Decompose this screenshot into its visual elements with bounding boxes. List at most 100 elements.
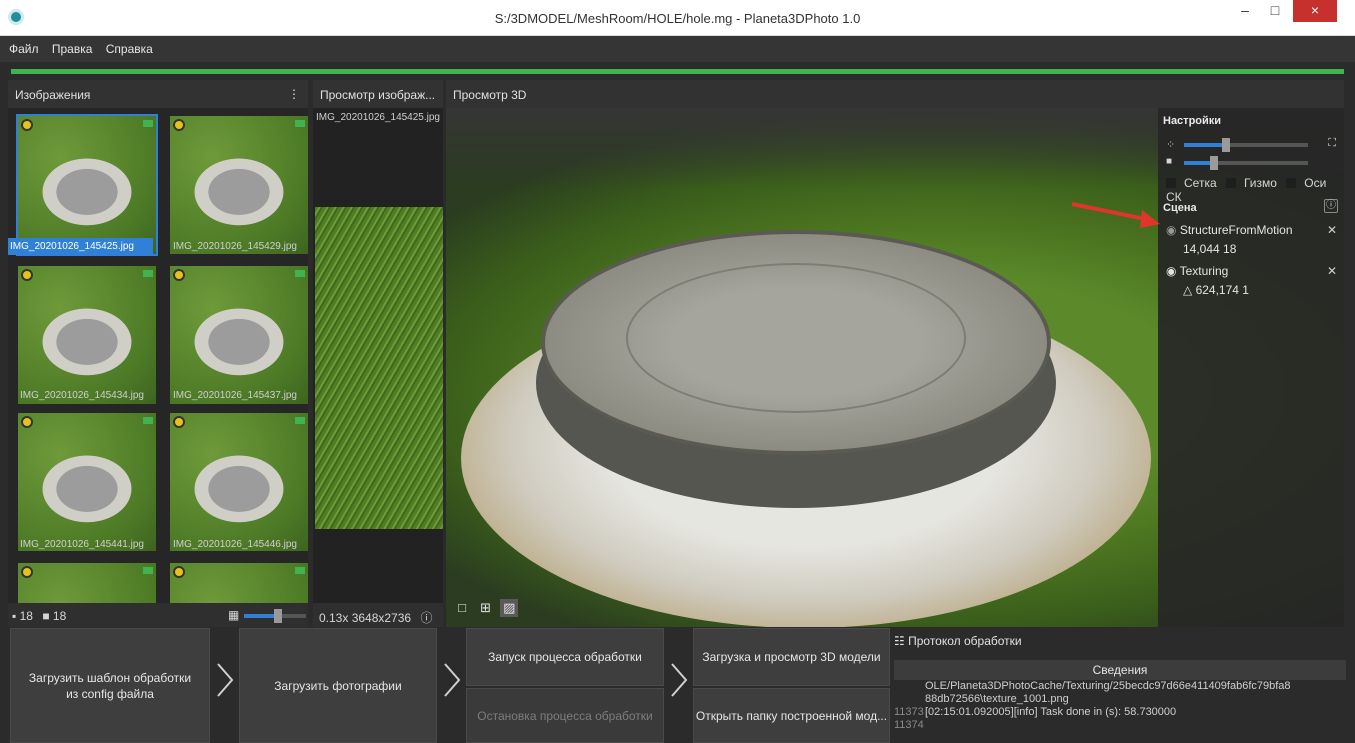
viewer3d-title: Просмотр 3D [453, 88, 527, 102]
load-template-button[interactable]: Загрузить шаблон обработки из config фай… [10, 628, 210, 743]
stop-processing-button[interactable]: Остановка процесса обработки [466, 688, 664, 743]
images-footer: ▪ 18 ■ 18 ▦ [8, 603, 308, 627]
minimize-button[interactable]: – [1231, 0, 1259, 22]
intrinsic-badge-icon [21, 269, 33, 281]
grid-checkbox[interactable] [1166, 178, 1176, 188]
open-model-folder-button[interactable]: Открыть папку построенной мод... [693, 688, 890, 743]
gizmo-checkbox[interactable] [1225, 178, 1236, 188]
thumbnail[interactable] [170, 563, 308, 603]
camera-icon [143, 120, 153, 127]
thumbnail-label: IMG_20201026_145434.jpg [20, 390, 144, 401]
fit-view-icon[interactable]: ⛶ [1328, 137, 1336, 150]
camera-icon [143, 270, 153, 277]
remove-texturing-icon[interactable]: ✕ [1327, 264, 1337, 278]
maximize-button[interactable]: □ [1261, 0, 1289, 22]
images-panel-header: Изображения ⋮ [8, 80, 308, 108]
camera-icon [143, 417, 153, 424]
annotation-arrow-icon [1071, 202, 1160, 228]
settings-checkboxes: Сетка Гизмо Оси СК [1166, 176, 1344, 204]
grid-view-icon[interactable]: ⊞ [477, 599, 495, 617]
thumbnail[interactable] [18, 563, 156, 603]
menu-edit[interactable]: Правка [46, 36, 97, 56]
preview-image [315, 207, 443, 529]
log-icon: ☷ [894, 634, 905, 648]
log-line: 11373[02:15:01.092005][info] Task done i… [894, 706, 1177, 718]
thumbnail-image [18, 266, 156, 404]
thumbnail-size-slider[interactable] [244, 609, 306, 623]
thumbnail-label: IMG_20201026_145429.jpg [173, 241, 297, 252]
log-line: 11374 [894, 719, 924, 731]
load-view-3d-button[interactable]: Загрузка и просмотр 3D модели [693, 628, 890, 686]
scene-item-stats: △ 624,174 1 [1183, 283, 1249, 297]
thumbnail-image [170, 116, 308, 254]
remove-sfm-icon[interactable]: ✕ [1327, 223, 1337, 237]
thumbnail-image [170, 563, 308, 603]
camera-count: 18 [52, 609, 67, 623]
thumbnail-image [18, 413, 156, 551]
image-viewer-filename: IMG_20201026_145425.jpg [316, 112, 440, 123]
scene-item-texturing[interactable]: ◉ Texturing [1166, 264, 1228, 278]
thumbnail[interactable] [18, 413, 156, 551]
gizmo-label: Гизмо [1243, 176, 1277, 190]
image-viewer[interactable]: IMG_20201026_145425.jpg [313, 108, 443, 603]
intrinsic-badge-icon [173, 119, 185, 131]
image-count-icon: ▪ [12, 609, 17, 623]
scene-item-stats: 14,044 18 [1183, 242, 1237, 256]
camera-count-icon: ■ [42, 609, 50, 623]
menu-bar: Файл Правка Справка [0, 36, 1355, 62]
scene-item-name: Texturing [1179, 264, 1229, 278]
point-size-slider[interactable] [1184, 138, 1308, 152]
thumbnail[interactable] [16, 114, 158, 256]
viewer-tools: □ ⊞ ▨ [453, 599, 520, 617]
thumbnail-size-icon: ▦ [228, 608, 240, 622]
start-processing-button[interactable]: Запуск процесса обработки [466, 628, 664, 686]
thumbnail-label: IMG_20201026_145446.jpg [173, 539, 297, 550]
camera-icon [295, 120, 305, 127]
thumbnail[interactable] [170, 266, 308, 404]
intrinsic-badge-icon [21, 566, 33, 578]
menu-file[interactable]: Файл [0, 36, 43, 56]
thumbnail[interactable] [18, 266, 156, 404]
images-panel-title: Изображения [15, 88, 91, 102]
visibility-icon[interactable]: ◉ [1166, 264, 1176, 278]
global-progress-bar [11, 69, 1344, 74]
scene-item-sfm[interactable]: ◉ StructureFromMotion [1166, 223, 1293, 237]
thumbnail-image [170, 266, 308, 404]
thumbnail-image [18, 116, 156, 254]
thumbnail[interactable] [170, 116, 308, 254]
window-title: S:/3DMODEL/MeshRoom/HOLE/hole.mg - Plane… [494, 11, 861, 26]
camera-icon [295, 270, 305, 277]
camera-scale-icon: ■ [1166, 156, 1173, 167]
log-title: Протокол обработки [908, 634, 1022, 648]
image-viewer-title: Просмотр изображ... [320, 88, 436, 102]
load-photos-button[interactable]: Загрузить фотографии [239, 628, 437, 743]
image-gallery[interactable]: IMG_20201026_145425.jpg IMG_20201026_145… [8, 108, 308, 603]
menu-help[interactable]: Справка [100, 36, 157, 56]
thumbnail-image [18, 563, 156, 603]
camera-scale-slider[interactable] [1184, 156, 1308, 170]
more-options-icon[interactable]: ⋮ [288, 87, 300, 101]
scene-info-icon[interactable]: ⓘ [1324, 199, 1338, 213]
log-tab-details[interactable]: Сведения [894, 660, 1346, 680]
wireframe-icon[interactable]: ▨ [500, 599, 519, 617]
intrinsic-badge-icon [173, 269, 185, 281]
single-view-icon[interactable]: □ [453, 599, 471, 617]
log-output[interactable]: OLE/Planeta3DPhotoCache/Texturing/25becd… [894, 680, 1346, 743]
intrinsic-badge-icon [173, 566, 185, 578]
thumbnail-label: IMG_20201026_145441.jpg [20, 539, 144, 550]
grid-label: Сетка [1184, 176, 1217, 190]
points-size-icon: ⁘ [1166, 139, 1176, 151]
image-resolution: 0.13x 3648x2736 [319, 611, 412, 625]
intrinsic-badge-icon [21, 416, 33, 428]
thumbnail[interactable] [170, 413, 308, 551]
log-header: ☷ Протокол обработки [894, 634, 1022, 648]
info-icon[interactable]: ⓘ [420, 611, 432, 625]
log-line: OLE/Planeta3DPhotoCache/Texturing/25becd… [925, 680, 1291, 692]
close-button[interactable]: × [1293, 0, 1337, 22]
visibility-off-icon[interactable]: ◉ [1166, 223, 1176, 237]
chevron-right-icon [671, 663, 688, 697]
viewer-settings-panel: Настройки ⁘ ⛶ ■ Сетка Гизмо Оси СК Сцена… [1158, 108, 1344, 627]
axes-checkbox[interactable] [1286, 178, 1297, 188]
model-lid-detail [626, 263, 966, 413]
intrinsic-badge-icon [173, 416, 185, 428]
